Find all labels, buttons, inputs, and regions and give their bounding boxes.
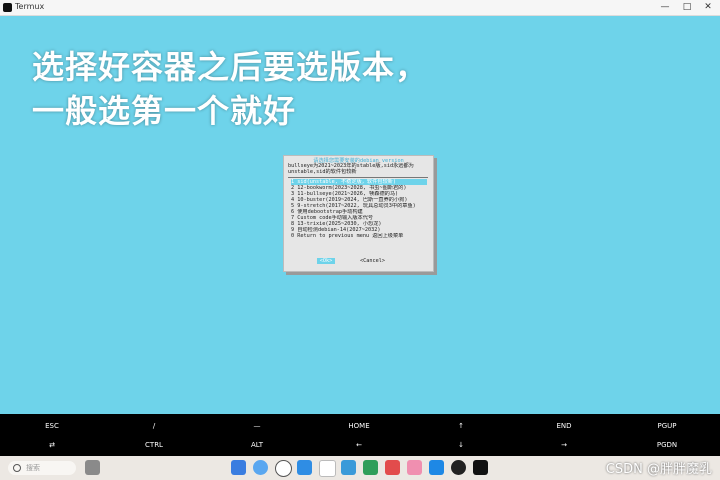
menu-list: 1 sid(unstable, 不稳定版，软件包较新) 2 12-bookwor… — [288, 177, 428, 262]
caption-line-2: 一般选第一个就好 — [32, 92, 297, 130]
key-home[interactable]: HOME — [309, 417, 409, 435]
key-slash[interactable]: / — [104, 417, 204, 435]
key-down[interactable]: ↓ — [411, 436, 511, 454]
termux-taskbar-icon[interactable] — [473, 460, 488, 475]
close-icon[interactable]: ✕ — [701, 1, 715, 14]
csdn-watermark: CSDN @胖胖魔乳 — [605, 462, 712, 477]
key-right[interactable]: → — [514, 436, 614, 454]
taskbar: 搜索 CSDN @胖胖魔乳 — [0, 456, 720, 480]
key-up[interactable]: ↑ — [411, 417, 511, 435]
key-alt[interactable]: ALT — [207, 436, 307, 454]
key-end[interactable]: END — [514, 417, 614, 435]
calendar-icon[interactable] — [319, 460, 336, 477]
paint-icon[interactable] — [407, 460, 422, 475]
plane-icon[interactable] — [429, 460, 444, 475]
termux-window: Termux — □ ✕ 选择好容器之后要选版本， 一般选第一个就好 请选择您需… — [0, 0, 720, 480]
key-esc[interactable]: ESC — [2, 417, 102, 435]
window-title: Termux — [15, 2, 45, 11]
cancel-button[interactable]: <Cancel> — [360, 258, 385, 264]
key-dash[interactable]: — — [207, 417, 307, 435]
extra-keys-bar: ESC / — HOME ↑ END PGUP ⇄ CTRL ALT ← ↓ →… — [0, 415, 720, 456]
maximize-icon[interactable]: □ — [680, 1, 694, 14]
title-bar: Termux — □ ✕ — [0, 0, 720, 16]
key-pgdn[interactable]: PGDN — [617, 436, 717, 454]
compass-icon[interactable] — [275, 460, 292, 477]
key-ctrl[interactable]: CTRL — [104, 436, 204, 454]
files-icon[interactable] — [341, 460, 356, 475]
qq-icon[interactable] — [451, 460, 466, 475]
app-store-icon[interactable] — [385, 460, 400, 475]
caption-line-1: 选择好容器之后要选版本， — [32, 48, 429, 86]
search-placeholder: 搜索 — [26, 464, 40, 472]
edge-icon[interactable] — [297, 460, 312, 475]
terminal-app-icon[interactable] — [363, 460, 378, 475]
menu-item-0[interactable]: 0 Return to previous menu 返回上级菜单 — [291, 233, 427, 239]
launcher-icon[interactable] — [231, 460, 246, 475]
search-icon — [13, 464, 21, 472]
task-view-icon[interactable] — [85, 460, 100, 475]
minimize-icon[interactable]: — — [658, 1, 672, 14]
key-tab[interactable]: ⇄ — [2, 436, 102, 454]
terminal-area[interactable]: 选择好容器之后要选版本， 一般选第一个就好 请选择您需要安装的debian ve… — [0, 16, 720, 414]
dialog-description: bullseye为2021~2023年的stable版,sid永远都为unsta… — [288, 163, 414, 175]
key-left[interactable]: ← — [309, 436, 409, 454]
ok-button[interactable]: <Ok> — [317, 258, 335, 264]
taskbar-search[interactable]: 搜索 — [8, 461, 76, 475]
key-pgup[interactable]: PGUP — [617, 417, 717, 435]
browser-icon[interactable] — [253, 460, 268, 475]
termux-app-icon — [3, 3, 12, 12]
caption-overlay: 选择好容器之后要选版本， 一般选第一个就好 — [32, 45, 428, 133]
version-select-dialog: 请选择您需要安装的debian version bullseye为2021~20… — [283, 155, 434, 272]
